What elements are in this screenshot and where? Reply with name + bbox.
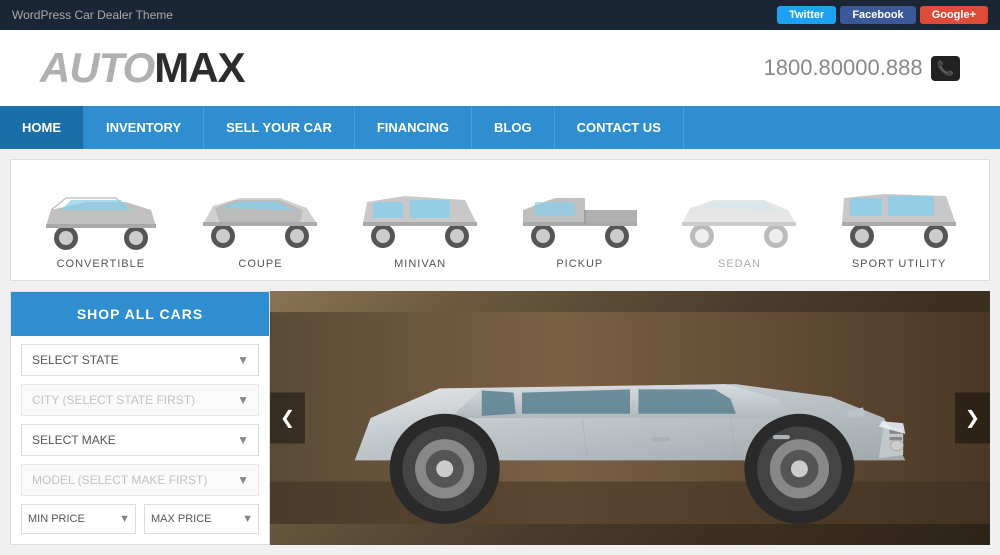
price-row: MIN PRICE ▼ MAX PRICE ▼	[21, 504, 259, 534]
twitter-button[interactable]: Twitter	[777, 6, 836, 24]
coupe-icon	[195, 180, 325, 250]
header: AUTOMAX 1800.80000.888 📞	[0, 30, 1000, 106]
top-bar: WordPress Car Dealer Theme Twitter Faceb…	[0, 0, 1000, 30]
minivan-label: MINIVAN	[394, 258, 446, 270]
model-select-wrap: MODEL (SELECT MAKE FIRST) ▼	[21, 464, 259, 496]
bottom-section: SHOP ALL CARS SELECT STATE ▼ CITY (SELEC…	[10, 291, 990, 545]
nav-item-financing[interactable]: FINANCING	[355, 106, 472, 149]
city-select[interactable]: CITY (SELECT STATE FIRST)	[21, 384, 259, 416]
facebook-button[interactable]: Facebook	[840, 6, 915, 24]
car-type-sedan[interactable]: SEDAN	[664, 180, 814, 270]
make-select[interactable]: SELECT MAKE	[21, 424, 259, 456]
model-select[interactable]: MODEL (SELECT MAKE FIRST)	[21, 464, 259, 496]
car-type-convertible[interactable]: CONVERTIBLE	[26, 180, 176, 270]
phone-area: 1800.80000.888 📞	[764, 55, 961, 81]
shop-all-button[interactable]: SHOP ALL CARS	[11, 292, 269, 336]
car-type-suv[interactable]: SPORT UTILITY	[824, 180, 974, 270]
social-buttons: Twitter Facebook Google+	[777, 6, 988, 24]
nav-item-home[interactable]: HOME	[0, 106, 84, 149]
state-select[interactable]: SELECT STATE	[21, 344, 259, 376]
nav-item-sell[interactable]: SELL YOUR CAR	[204, 106, 355, 149]
pickup-icon	[515, 180, 645, 250]
phone-icon: 📞	[931, 56, 960, 81]
car-types-section: CONVERTIBLE COUPE	[10, 159, 990, 281]
state-select-wrap: SELECT STATE ▼	[21, 344, 259, 376]
pickup-label: PICKUP	[556, 258, 603, 270]
nav-item-blog[interactable]: BLOG	[472, 106, 555, 149]
suv-icon	[834, 180, 964, 250]
suv-label: SPORT UTILITY	[852, 258, 947, 270]
sidebar: SHOP ALL CARS SELECT STATE ▼ CITY (SELEC…	[10, 291, 270, 545]
carousel-prev-button[interactable]: ❮	[270, 393, 305, 444]
logo-auto: AUTO	[40, 44, 154, 91]
city-select-wrap: CITY (SELECT STATE FIRST) ▼	[21, 384, 259, 416]
convertible-icon	[36, 180, 166, 250]
hero-car-svg	[270, 291, 990, 545]
car-type-minivan[interactable]: MINIVAN	[345, 180, 495, 270]
site-title: WordPress Car Dealer Theme	[12, 8, 173, 22]
minivan-icon	[355, 180, 485, 250]
max-price-select[interactable]: MAX PRICE	[144, 504, 259, 534]
max-price-wrap: MAX PRICE ▼	[144, 504, 259, 534]
convertible-label: CONVERTIBLE	[57, 258, 145, 270]
carousel-next-button[interactable]: ❯	[955, 393, 990, 444]
main-nav: HOME INVENTORY SELL YOUR CAR FINANCING B…	[0, 106, 1000, 149]
hero-image: ❮	[270, 291, 990, 545]
sedan-label: SEDAN	[718, 258, 761, 270]
coupe-label: COUPE	[238, 258, 282, 270]
logo[interactable]: AUTOMAX	[40, 44, 245, 92]
car-type-pickup[interactable]: PICKUP	[505, 180, 655, 270]
min-price-select[interactable]: MIN PRICE	[21, 504, 136, 534]
make-select-wrap: SELECT MAKE ▼	[21, 424, 259, 456]
nav-item-inventory[interactable]: INVENTORY	[84, 106, 204, 149]
nav-item-contact[interactable]: CONTACT US	[555, 106, 684, 149]
logo-max: MAX	[154, 44, 244, 91]
phone-number: 1800.80000.888	[764, 55, 923, 81]
googleplus-button[interactable]: Google+	[920, 6, 988, 24]
car-types-grid: CONVERTIBLE COUPE	[21, 180, 979, 270]
car-type-coupe[interactable]: COUPE	[185, 180, 335, 270]
min-price-wrap: MIN PRICE ▼	[21, 504, 136, 534]
sedan-icon	[674, 180, 804, 250]
